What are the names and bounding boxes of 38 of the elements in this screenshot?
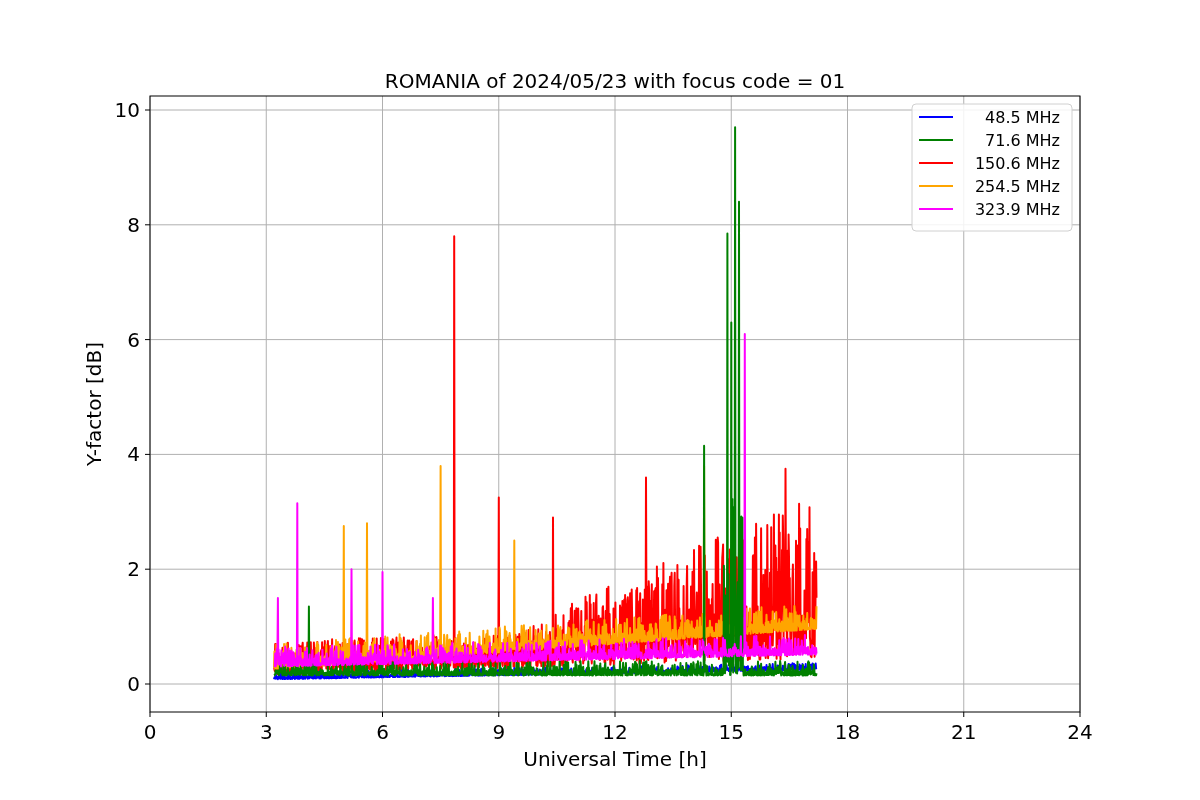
tick-label: 15 <box>718 720 744 744</box>
tick-label: 0 <box>127 672 140 696</box>
tick-mark <box>144 339 151 341</box>
tick-label: 9 <box>492 720 506 744</box>
legend-label: 254.5 MHz <box>974 177 1060 196</box>
tick-mark <box>382 711 383 718</box>
tick-mark <box>144 453 151 455</box>
tick-label: 21 <box>951 720 977 744</box>
axis-label: Universal Time [h] <box>523 747 707 771</box>
tick-label: 6 <box>127 327 140 352</box>
legend-label: 48.5 MHz <box>985 108 1060 127</box>
tick-label: 3 <box>259 720 273 744</box>
tick-label: 4 <box>127 442 140 467</box>
legend-label: 71.6 MHz <box>985 131 1060 150</box>
tick-label: 0 <box>143 720 157 744</box>
legend-label: 323.9 MHz <box>974 200 1060 219</box>
tick-mark <box>614 711 616 718</box>
tick-mark <box>144 109 151 111</box>
tick-label: 2 <box>127 557 140 582</box>
tick-label: 8 <box>127 212 140 237</box>
tick-mark <box>144 224 151 226</box>
tick-label: 10 <box>114 98 140 122</box>
tick-mark <box>265 711 267 718</box>
tick-label: 24 <box>1067 720 1093 744</box>
axis-label: Y-factor [dB] <box>82 342 106 466</box>
tick-mark <box>730 711 732 718</box>
tick-mark <box>144 568 151 570</box>
tick-mark <box>1079 711 1081 718</box>
tick-mark <box>144 683 151 685</box>
chart-title: ROMANIA of 2024/05/23 with focus code = 01 <box>384 69 846 93</box>
legend-label: 150.6 MHz <box>974 154 1060 173</box>
tick-mark <box>498 711 500 718</box>
tick-label: 6 <box>376 720 389 744</box>
tick-label: 12 <box>602 720 628 744</box>
tick-mark <box>149 711 151 718</box>
tick-label: 18 <box>834 720 861 744</box>
tick-mark <box>963 711 965 718</box>
tick-mark <box>847 711 848 718</box>
